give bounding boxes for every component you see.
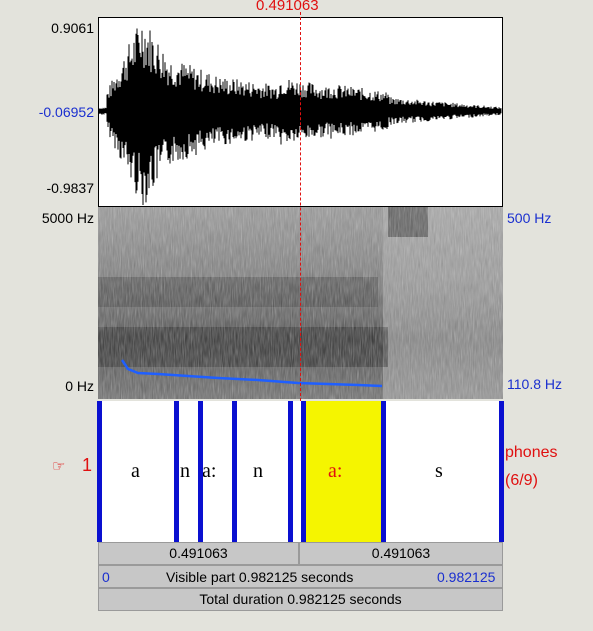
interval-boundary[interactable] bbox=[97, 401, 102, 542]
interval-label[interactable]: a bbox=[131, 460, 140, 483]
interval-label[interactable]: n bbox=[253, 460, 263, 483]
pitch-top-label: 500 Hz bbox=[507, 210, 552, 226]
interval-boundary[interactable] bbox=[499, 401, 504, 542]
cursor-time-label: 0.491063 bbox=[256, 0, 319, 14]
visible-part-bar[interactable]: 0 Visible part 0.982125 seconds 0.982125 bbox=[98, 565, 503, 588]
textgrid-tier[interactable]: a n a: n a: s bbox=[97, 401, 504, 542]
pitch-bottom-label: 110.8 Hz bbox=[507, 376, 562, 392]
visible-part-label: Visible part 0.982125 seconds bbox=[166, 569, 354, 585]
visible-start-time: 0 bbox=[102, 569, 110, 585]
interval-boundary[interactable] bbox=[381, 401, 386, 542]
waveform-min-label: -0.9837 bbox=[46, 180, 94, 196]
tier-number: 1 bbox=[82, 455, 93, 475]
total-duration-bar[interactable]: Total duration 0.982125 seconds bbox=[98, 588, 503, 611]
interval-boundary[interactable] bbox=[232, 401, 237, 542]
tier-pointer-icon: ☞ bbox=[52, 458, 66, 475]
interval-label-selected[interactable]: a: bbox=[328, 460, 342, 483]
waveform-mid-label: -0.06952 bbox=[38, 104, 94, 120]
interval-boundary[interactable] bbox=[288, 401, 293, 542]
cursor-line[interactable] bbox=[300, 12, 301, 401]
interval-boundary[interactable] bbox=[301, 401, 306, 542]
spectrogram-freq-top-label: 5000 Hz bbox=[41, 210, 94, 226]
visible-end-time: 0.982125 bbox=[437, 569, 496, 585]
interval-label[interactable]: s bbox=[435, 460, 443, 483]
spectrogram-freq-bottom-label: 0 Hz bbox=[65, 378, 94, 394]
waveform-max-label: 0.9061 bbox=[51, 20, 94, 36]
tier-name: phones bbox=[505, 444, 558, 461]
time-segment-left[interactable]: 0.491063 bbox=[98, 542, 299, 565]
selected-interval-highlight bbox=[305, 401, 382, 542]
interval-boundary[interactable] bbox=[198, 401, 203, 542]
tier-count: (6/9) bbox=[505, 472, 538, 489]
interval-label[interactable]: a: bbox=[202, 460, 216, 483]
interval-label[interactable]: n bbox=[180, 460, 190, 483]
interval-boundary[interactable] bbox=[174, 401, 179, 542]
time-segment-right[interactable]: 0.491063 bbox=[299, 542, 503, 565]
